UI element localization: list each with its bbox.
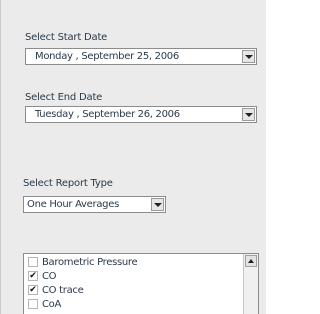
chevron-down-icon[interactable] — [242, 50, 255, 63]
checkbox-co[interactable]: ✔ — [28, 271, 38, 281]
list-item-label: CO trace — [42, 285, 84, 296]
report-type-label: Select Report Type — [23, 178, 113, 189]
list-item-label: Barometric Pressure — [42, 257, 138, 268]
report-type-select[interactable]: One Hour Averages — [23, 196, 166, 213]
chevron-down-icon[interactable] — [151, 198, 164, 211]
end-date-picker[interactable]: Tuesday , September 26, 2006 — [25, 106, 257, 123]
start-date-value: Monday , September 25, 2006 — [35, 51, 179, 62]
checkbox-coa[interactable] — [28, 299, 38, 309]
chevron-down-icon[interactable] — [242, 108, 255, 121]
parameter-list[interactable]: Barometric Pressure ✔ CO ✔ CO trace CoA — [23, 253, 259, 314]
report-options-panel: Select Start Date Monday , September 25,… — [0, 0, 266, 314]
list-scrollbar[interactable] — [243, 254, 258, 314]
checkbox-barometric-pressure[interactable] — [28, 257, 38, 267]
list-item-label: CO — [42, 271, 57, 282]
report-type-value: One Hour Averages — [27, 199, 119, 210]
end-date-label: Select End Date — [25, 92, 103, 103]
start-date-picker[interactable]: Monday , September 25, 2006 — [25, 48, 257, 65]
start-date-label: Select Start Date — [25, 32, 108, 43]
checkmark-icon: ✔ — [29, 271, 37, 281]
end-date-value: Tuesday , September 26, 2006 — [35, 109, 180, 120]
arrow-up-icon[interactable] — [245, 255, 257, 267]
checkmark-icon: ✔ — [29, 285, 37, 295]
checkbox-co-trace[interactable]: ✔ — [28, 285, 38, 295]
list-item-label: CoA — [42, 299, 62, 310]
